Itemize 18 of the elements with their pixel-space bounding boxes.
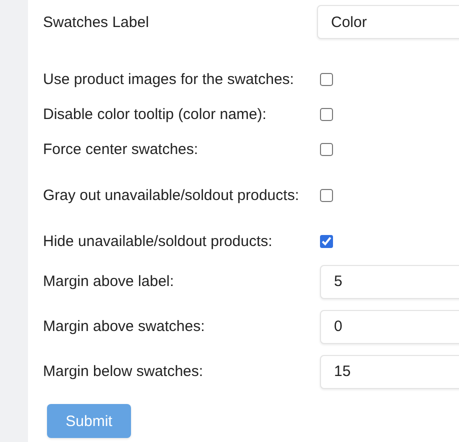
field-label: Margin above label: — [43, 272, 175, 292]
field-label: Use product images for the swatches: — [43, 70, 295, 90]
field-label: Hide unavailable/soldout products: — [43, 232, 274, 252]
field-label: Force center swatches: — [43, 140, 200, 160]
field-label: Disable color tooltip (color name): — [43, 105, 268, 125]
checkbox[interactable] — [320, 235, 333, 248]
number-field[interactable]: 5 — [320, 264, 459, 298]
field-label: Margin above swatches: — [43, 317, 206, 337]
field-label: Margin below swatches: — [43, 362, 204, 382]
text-field[interactable]: Color — [317, 5, 459, 39]
number-field[interactable]: 15 — [320, 354, 459, 388]
number-field[interactable]: 0 — [320, 310, 459, 344]
checkbox[interactable] — [320, 108, 333, 121]
field-label: Swatches Label — [43, 12, 150, 32]
field-label: Gray out unavailable/soldout products: — [43, 186, 300, 206]
checkbox[interactable] — [320, 143, 333, 156]
checkbox[interactable] — [320, 189, 333, 202]
checkbox[interactable] — [320, 73, 333, 86]
